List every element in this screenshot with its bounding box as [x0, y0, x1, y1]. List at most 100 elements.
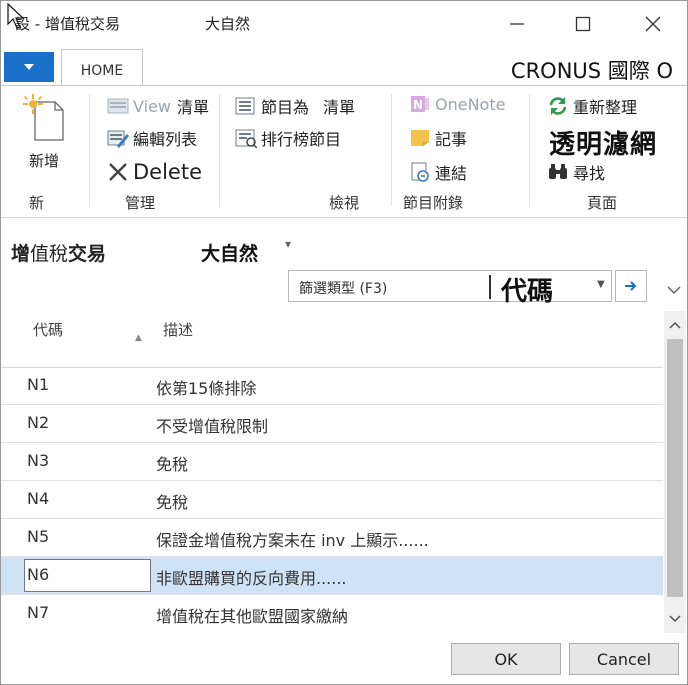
- group-label-view: 檢視: [329, 194, 360, 212]
- window-company: 大自然: [205, 15, 251, 33]
- chevron-down-icon[interactable]: ▼: [597, 279, 605, 290]
- view-list-label: 清單: [176, 98, 209, 117]
- close-icon: [645, 16, 661, 32]
- cell-description: 保證金增值稅方案未在 inv 上顯示......: [156, 531, 429, 550]
- delete-label: Delete: [133, 160, 202, 184]
- group-label-new: 新: [29, 194, 45, 212]
- dropdown-arrow-icon: [24, 64, 34, 70]
- notes-label: 記事: [435, 130, 468, 149]
- cell-code: N4: [27, 489, 50, 508]
- show-as-list-button[interactable]: 節目為 清單: [235, 94, 355, 118]
- cell-code: N7: [27, 603, 50, 622]
- cancel-button[interactable]: Cancel: [569, 643, 679, 675]
- ribbon-separator: [391, 94, 392, 206]
- view-icon: [107, 96, 129, 116]
- show-as-list-label: 清單: [323, 98, 356, 117]
- binoculars-icon: [547, 162, 569, 182]
- svg-text:N: N: [413, 98, 423, 112]
- app-menu-button[interactable]: [4, 52, 54, 82]
- clear-filter-button[interactable]: 透明濾網: [549, 124, 657, 161]
- ranked-entries-button[interactable]: 排行榜節目: [235, 126, 341, 150]
- page-title-part: 增: [11, 243, 31, 265]
- page-company: 大自然: [201, 243, 259, 265]
- links-label: 連結: [435, 164, 468, 183]
- table-row[interactable]: N3 免稅: [1, 443, 663, 481]
- chevron-down-icon: [669, 615, 681, 623]
- ok-button[interactable]: OK: [451, 643, 561, 675]
- table-row[interactable]: N1 依第15條排除: [1, 367, 663, 405]
- window-title: 設 - 增值稅交易: [15, 15, 120, 33]
- table-row-selected[interactable]: N6 非歐盟購買的反向費用......: [1, 557, 663, 595]
- ranked-label: 排行榜節目: [261, 130, 342, 149]
- cell-code: N2: [27, 413, 50, 432]
- onenote-label: OneNote: [435, 94, 506, 114]
- cell-description: 依第15條排除: [156, 379, 257, 398]
- page-title-part: 交易: [68, 243, 107, 265]
- cell-description: 非歐盟購買的反向費用......: [156, 569, 347, 588]
- notes-button[interactable]: 記事: [409, 126, 467, 150]
- arrow-right-icon: [625, 281, 637, 291]
- chevron-down-icon[interactable]: [666, 284, 682, 298]
- links-button[interactable]: 連結: [409, 160, 467, 184]
- dialog-footer: OK Cancel: [1, 633, 687, 684]
- show-as-label: 節目為: [261, 98, 310, 117]
- maximize-button[interactable]: [563, 9, 603, 39]
- new-document-icon: [23, 94, 64, 141]
- filter-apply-button[interactable]: [615, 270, 647, 302]
- table-row[interactable]: N2 不受增值稅限制: [1, 405, 663, 443]
- scroll-up-button[interactable]: [664, 311, 686, 339]
- dialog-window: 設 - 增值稅交易 大自然 HOME CRONUS 國際 O 新增 新 View…: [0, 0, 688, 685]
- scrollbar-thumb[interactable]: [667, 339, 683, 597]
- cell-code: N5: [27, 527, 50, 546]
- note-icon: [409, 128, 431, 148]
- list-view-icon: [235, 96, 257, 116]
- refresh-button[interactable]: 重新整理: [547, 94, 637, 118]
- table-row[interactable]: N4 免稅: [1, 481, 663, 519]
- company-name: CRONUS 國際 O: [510, 59, 673, 83]
- edit-list-label: 編輯列表: [133, 130, 198, 149]
- ribbon-separator: [529, 94, 530, 206]
- filter-field-select[interactable]: 代碼: [501, 271, 553, 308]
- tab-home[interactable]: HOME: [61, 49, 143, 85]
- ribbon-separator: [219, 94, 220, 206]
- onenote-icon: N: [409, 94, 431, 114]
- ribbon-separator: [89, 94, 90, 206]
- link-icon: [409, 162, 431, 182]
- column-header-code[interactable]: 代碼: [33, 319, 63, 340]
- onenote-button[interactable]: N OneNote: [409, 94, 505, 114]
- edit-list-button[interactable]: 編輯列表: [107, 126, 197, 150]
- find-button[interactable]: 尋找: [547, 160, 605, 184]
- delete-button[interactable]: Delete: [107, 160, 202, 184]
- group-label-page: 頁面: [587, 194, 618, 212]
- filter-type-label: 篩選類型 (F3): [299, 281, 388, 297]
- scroll-down-button[interactable]: [664, 605, 686, 633]
- filter-box[interactable]: 篩選類型 (F3) 代碼 ▼: [288, 270, 612, 307]
- new-button[interactable]: 新增: [21, 92, 71, 172]
- view-button[interactable]: View 清單: [107, 94, 209, 118]
- minimize-button[interactable]: [497, 9, 537, 39]
- find-label: 尋找: [573, 164, 606, 183]
- cell-code: N6: [27, 565, 50, 584]
- page-title: 增值稅交易: [11, 239, 106, 266]
- delete-x-icon: [107, 162, 129, 182]
- cell-description: 免稅: [156, 493, 189, 512]
- column-header-description[interactable]: 描述: [163, 319, 193, 340]
- refresh-label: 重新整理: [573, 98, 638, 117]
- table-row[interactable]: N7 增值稅在其他歐盟國家繳納: [1, 595, 663, 633]
- new-label: 新增: [29, 152, 60, 170]
- group-label-attachments: 節目附錄: [403, 194, 464, 212]
- vertical-scrollbar[interactable]: [664, 311, 686, 633]
- table-row[interactable]: N5 保證金增值稅方案未在 inv 上顯示......: [1, 519, 663, 557]
- minimize-icon: [510, 23, 524, 25]
- group-label-manage: 管理: [125, 194, 156, 212]
- cell-description: 增值稅在其他歐盟國家繳納: [156, 607, 349, 626]
- ribbon-tab-row: HOME CRONUS 國際 O: [1, 47, 687, 86]
- ribbon: 新增 新 View 清單 編輯列表 Delete 管理 節目為 清單 排行榜節目…: [1, 86, 687, 218]
- filter-separator: [489, 275, 491, 299]
- view-label: View: [133, 96, 171, 116]
- company-chevron-down-icon[interactable]: ▾: [285, 237, 291, 251]
- maximize-icon: [575, 16, 591, 32]
- cell-description: 不受增值稅限制: [156, 417, 269, 436]
- close-button[interactable]: [633, 9, 673, 39]
- edit-list-icon: [107, 128, 129, 148]
